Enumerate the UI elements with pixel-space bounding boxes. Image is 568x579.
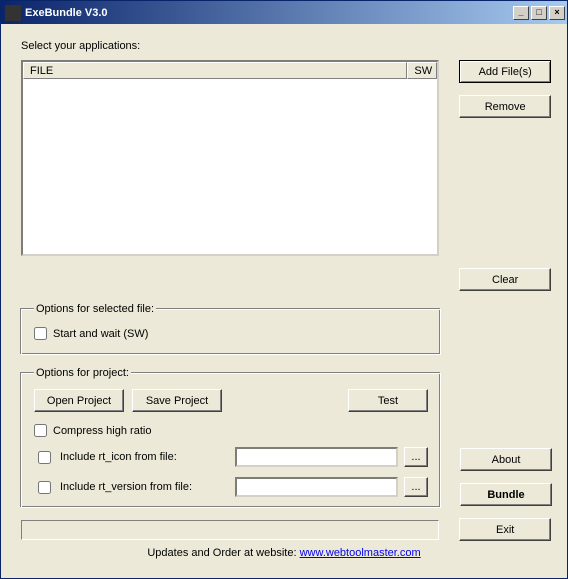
clear-button[interactable]: Clear: [459, 268, 551, 291]
footer-prefix: Updates and Order at website:: [147, 547, 299, 559]
browse-icon-button[interactable]: ...: [404, 447, 428, 467]
footer: Updates and Order at website: www.webtoo…: [1, 547, 567, 559]
column-header-sw[interactable]: SW: [407, 62, 437, 79]
icon-path-input[interactable]: [235, 447, 398, 467]
options-project-group: Options for project: Open Project Save P…: [21, 367, 441, 508]
options-project-legend: Options for project:: [34, 367, 131, 379]
app-icon: [5, 5, 21, 21]
start-wait-label: Start and wait (SW): [53, 328, 148, 340]
status-bar: [21, 520, 439, 540]
footer-link[interactable]: www.webtoolmaster.com: [300, 547, 421, 559]
close-button[interactable]: ×: [549, 6, 565, 20]
version-path-input[interactable]: [235, 477, 398, 497]
remove-button[interactable]: Remove: [459, 95, 551, 118]
include-icon-label: Include rt_icon from file:: [60, 451, 177, 463]
window-title: ExeBundle V3.0: [25, 7, 511, 19]
include-icon-checkbox[interactable]: [38, 451, 51, 464]
save-project-button[interactable]: Save Project: [132, 389, 222, 412]
minimize-button[interactable]: _: [513, 6, 529, 20]
bundle-button[interactable]: Bundle: [460, 483, 552, 506]
open-project-button[interactable]: Open Project: [34, 389, 124, 412]
start-wait-checkbox[interactable]: [34, 327, 47, 340]
test-button[interactable]: Test: [348, 389, 428, 412]
exit-button[interactable]: Exit: [459, 518, 551, 541]
options-selected-file-legend: Options for selected file:: [34, 303, 156, 315]
select-apps-label: Select your applications:: [21, 40, 567, 52]
compress-checkbox[interactable]: [34, 424, 47, 437]
title-bar: ExeBundle V3.0 _ □ ×: [1, 1, 567, 24]
options-selected-file-group: Options for selected file: Start and wai…: [21, 303, 441, 355]
compress-label: Compress high ratio: [53, 425, 151, 437]
maximize-button[interactable]: □: [531, 6, 547, 20]
include-version-label: Include rt_version from file:: [60, 481, 192, 493]
include-version-checkbox[interactable]: [38, 481, 51, 494]
add-files-button[interactable]: Add File(s): [459, 60, 551, 83]
browse-version-button[interactable]: ...: [404, 477, 428, 497]
file-list[interactable]: FILE SW: [21, 60, 439, 256]
column-header-file[interactable]: FILE: [23, 62, 407, 79]
about-button[interactable]: About: [460, 448, 552, 471]
